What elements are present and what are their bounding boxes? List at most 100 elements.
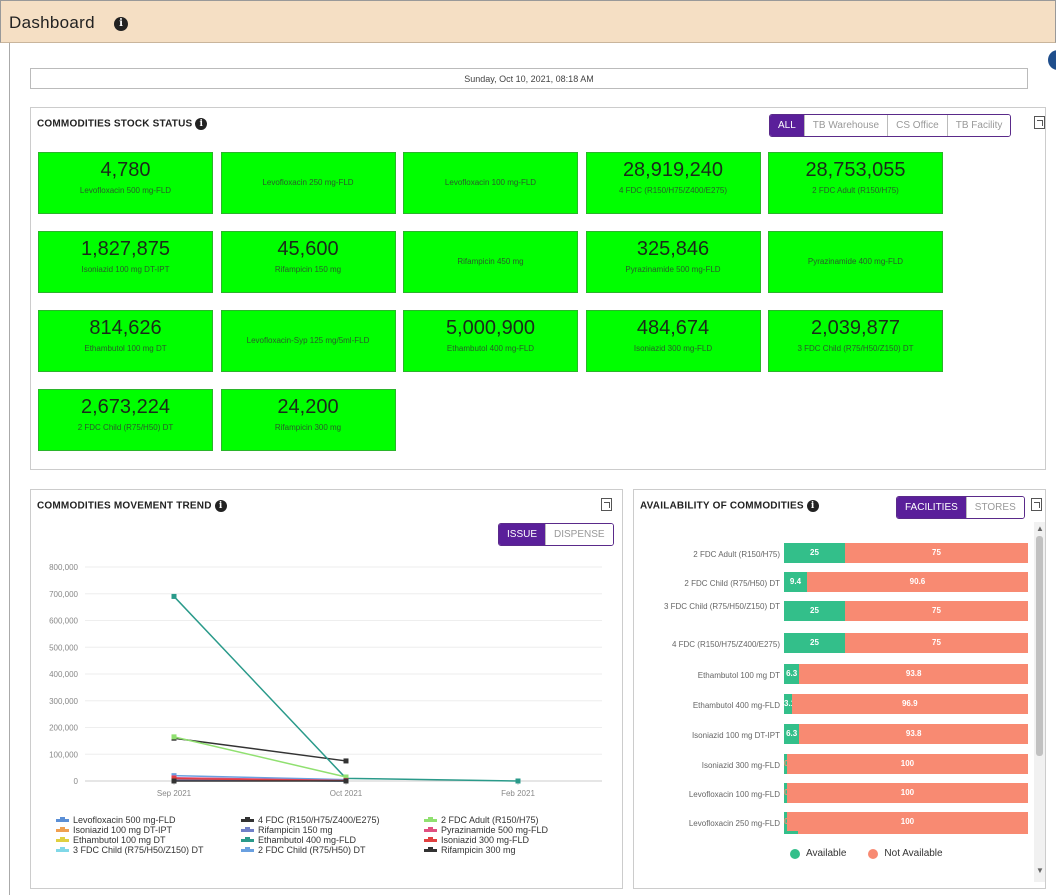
not-available-segment[interactable]: 100 [786,754,1028,774]
x-tick-label: Feb 2021 [501,789,535,798]
stock-tile[interactable]: 814,626 Ethambutol 100 mg DT [38,310,213,372]
info-circle-icon[interactable]: i [806,500,819,512]
available-segment[interactable]: 6.3 [784,724,800,744]
legend-item[interactable]: 4 FDC (R150/H75/Z400/E275) [241,815,380,825]
legend-item[interactable]: Pyrazinamide 500 mg-FLD [424,825,548,835]
tile-label: Ethambutol 100 mg DT [84,344,167,353]
toggle-facilities[interactable]: FACILITIES [897,497,966,518]
stock-tile[interactable]: 45,600 Rifampicin 150 mg [220,231,396,293]
filter-tb-facility[interactable]: TB Facility [946,115,1011,136]
stock-tile[interactable]: 4,780 Levofloxacin 500 mg-FLD [38,152,213,214]
not-available-segment[interactable]: 93.8 [799,724,1028,744]
availability-row-label: Isoniazid 300 mg-FLD [701,761,780,770]
toggle-stores[interactable]: STORES [965,497,1024,518]
legend-item[interactable]: 2 FDC Adult (R150/H75) [424,815,539,825]
legend-label: Levofloxacin 500 mg-FLD [73,815,176,825]
stock-tile[interactable]: Levofloxacin-Syp 125 mg/5ml-FLD [220,310,396,372]
availability-row: Ethambutol 400 mg-FLD 3.196.9 [636,694,1028,716]
legend-item[interactable]: Isoniazid 100 mg DT-IPT [56,825,172,835]
stock-tile[interactable]: 2,673,224 2 FDC Child (R75/H50) DT [38,389,213,451]
tile-value: 4,780 [100,159,151,181]
availability-bar[interactable]: 25 75 [784,543,1028,563]
availability-bar[interactable]: 25 75 [784,633,1028,653]
not-available-segment[interactable]: 93.8 [799,664,1028,684]
not-available-segment[interactable]: 96.9 [791,694,1028,714]
tile-value: 24,200 [277,396,339,418]
availability-bar[interactable]: 0 100 [784,783,1028,803]
tile-value: 28,919,240 [622,159,724,181]
legend-item[interactable]: Rifampicin 300 mg [424,845,516,855]
available-segment[interactable]: 3.1 [784,694,792,714]
availability-bar[interactable]: 6.3 93.8 [784,664,1028,684]
availability-bar[interactable]: 0 100 [784,812,1028,832]
availability-row-label: Levofloxacin 250 mg-FLD [688,819,780,828]
export-icon[interactable] [1031,498,1042,511]
stock-tile[interactable]: 484,674 Isoniazid 300 mg-FLD [585,310,761,372]
scrollbar-thumb[interactable] [1036,536,1043,756]
availability-scrollbar[interactable]: ▲ ▼ [1034,522,1045,882]
not-available-segment[interactable]: 90.6 [806,572,1028,592]
availability-row-label: 4 FDC (R150/H75/Z400/E275) [671,640,780,649]
toggle-issue[interactable]: ISSUE [499,524,546,545]
stock-tile[interactable]: Levofloxacin 100 mg-FLD [403,152,578,214]
stock-tile[interactable]: 325,846 Pyrazinamide 500 mg-FLD [585,231,761,293]
available-segment[interactable]: 6.3 [784,664,800,684]
legend-item[interactable]: 3 FDC Child (R75/H50/Z150) DT [56,845,204,855]
not-available-segment[interactable]: 75 [845,633,1028,653]
legend-item[interactable]: Ethambutol 100 mg DT [56,835,166,845]
available-segment[interactable]: 25 [784,633,845,653]
stock-tile[interactable]: 28,753,055 2 FDC Adult (R150/H75) [768,152,943,214]
availability-bar[interactable]: 9.4 90.6 [784,572,1028,592]
legend-item[interactable]: Rifampicin 150 mg [241,825,333,835]
not-available-segment[interactable]: 75 [845,543,1028,563]
info-circle-icon[interactable]: i [214,500,227,512]
not-available-segment[interactable]: 100 [786,812,1028,832]
stock-tile[interactable]: Rifampicin 450 mg [403,231,578,293]
stock-tile[interactable]: Levofloxacin 250 mg-FLD [220,152,396,214]
stock-tile[interactable]: Pyrazinamide 400 mg-FLD [768,231,943,293]
availability-bar[interactable]: 6.3 93.8 [784,724,1028,744]
series-line [173,595,519,782]
export-icon[interactable] [1034,116,1045,129]
availability-bar[interactable]: 25 75 [784,601,1028,621]
filter-cs-office[interactable]: CS Office [887,115,947,136]
scroll-up-icon[interactable]: ▲ [1036,524,1044,533]
availability-bar[interactable]: 3.196.9 [784,694,1028,714]
tile-label: Levofloxacin 100 mg-FLD [444,178,537,187]
legend-item[interactable]: 2 FDC Child (R75/H50) DT [241,845,366,855]
stock-tile[interactable]: 24,200 Rifampicin 300 mg [220,389,396,451]
y-tick-label: 0 [74,777,79,786]
stock-tile[interactable]: 5,000,900 Ethambutol 400 mg-FLD [403,310,578,372]
availability-row-label: 3 FDC Child (R75/H50/Z150) DT [663,602,780,611]
stock-tile[interactable]: 1,827,875 Isoniazid 100 mg DT-IPT [38,231,213,293]
stock-tile[interactable]: 28,919,240 4 FDC (R150/H75/Z400/E275) [585,152,761,214]
tile-label: Rifampicin 300 mg [274,423,342,432]
export-icon[interactable] [601,498,612,511]
not-available-segment[interactable]: 100 [786,783,1028,803]
legend-item[interactable]: Isoniazid 300 mg-FLD [424,835,529,845]
info-circle-icon[interactable]: i [195,118,208,130]
available-segment[interactable]: 25 [784,601,845,621]
available-segment[interactable]: 25 [784,543,845,563]
tile-value: 2,673,224 [81,396,170,418]
filter-tb-warehouse[interactable]: TB Warehouse [803,115,888,136]
not-available-segment[interactable]: 75 [845,601,1028,621]
legend-item[interactable]: Levofloxacin 500 mg-FLD [56,815,176,825]
legend-swatch [56,836,69,842]
toggle-dispense[interactable]: DISPENSE [545,524,613,545]
movement-trend-title: COMMODITIES MOVEMENT TREND i [37,500,227,512]
legend-swatch [424,836,437,842]
filter-all[interactable]: ALL [770,115,804,136]
movement-trend-chart: 0 100,000 200,000 300,000 400,000 500,000 600,… [49,563,602,798]
legend-available: Available [806,848,847,859]
availability-bar[interactable]: 0 100 [784,754,1028,774]
scroll-down-icon[interactable]: ▼ [1036,866,1044,875]
availability-legend: Available Not Available [790,848,943,859]
tile-label: Rifampicin 450 mg [457,257,524,266]
stock-tile[interactable]: 2,039,877 3 FDC Child (R75/H50/Z150) DT [768,310,943,372]
legend-item[interactable]: Ethambutol 400 mg-FLD [241,835,356,845]
tile-label: Isoniazid 100 mg DT-IPT [81,265,170,274]
legend-swatch [424,846,437,852]
available-segment[interactable]: 9.4 [784,572,807,592]
info-circle-icon[interactable]: i [114,17,128,31]
